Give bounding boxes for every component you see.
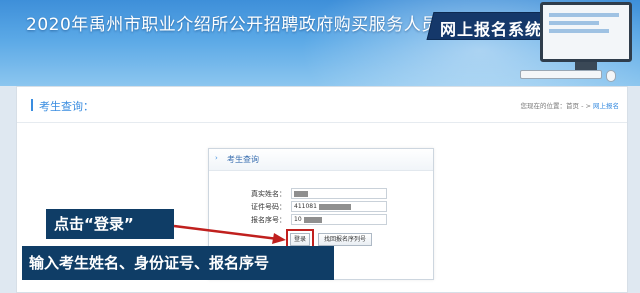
id-number-label: 证件号码： — [251, 203, 286, 211]
section-header: 考生查询： 您现在的位置：首页 - > 网上报名 — [17, 87, 627, 123]
computer-monitor-icon — [540, 2, 632, 62]
instruction-annotation: 输入考生姓名、身份证号、报名序号 — [22, 246, 334, 280]
redacted-text — [294, 190, 308, 197]
screen-line — [549, 29, 609, 33]
breadcrumb-prefix: 您现在的位置：首页 - > — [520, 102, 593, 110]
redacted-text — [318, 203, 351, 210]
section-accent-bar — [31, 99, 33, 111]
page-title: 2020年禹州市职业介绍所公开招聘政府购买服务人员 — [26, 15, 439, 35]
keyboard-icon — [520, 70, 602, 79]
id-number-input[interactable]: 411081 — [291, 201, 387, 212]
section-title: 考生查询： — [39, 100, 94, 113]
query-box-header: › 考生查询 — [209, 149, 433, 171]
click-login-annotation: 点击“登录” — [46, 209, 174, 239]
query-box-title: 考生查询 — [227, 155, 259, 164]
registration-number-input[interactable]: 10 — [291, 214, 387, 225]
system-badge: 网上报名系统 — [440, 20, 543, 39]
chevron-right-icon: › — [215, 154, 218, 162]
registration-number-label: 报名序号： — [251, 216, 286, 224]
header-banner: 2020年禹州市职业介绍所公开招聘政府购买服务人员 网上报名系统 — [0, 0, 640, 86]
screen-line — [549, 21, 599, 25]
registration-number-value: 10 — [294, 216, 302, 223]
redacted-text — [303, 216, 322, 223]
id-number-value: 411081 — [294, 203, 317, 210]
monitor-stand-icon — [575, 62, 597, 70]
breadcrumb-current-link[interactable]: 网上报名 — [593, 102, 619, 110]
screen-line — [549, 13, 619, 17]
mouse-icon — [606, 70, 616, 82]
name-input[interactable] — [291, 188, 387, 199]
name-label: 真实姓名： — [251, 190, 286, 198]
breadcrumb: 您现在的位置：首页 - > 网上报名 — [521, 100, 620, 110]
recover-registration-button[interactable]: 找回报名序列号 — [318, 233, 372, 246]
